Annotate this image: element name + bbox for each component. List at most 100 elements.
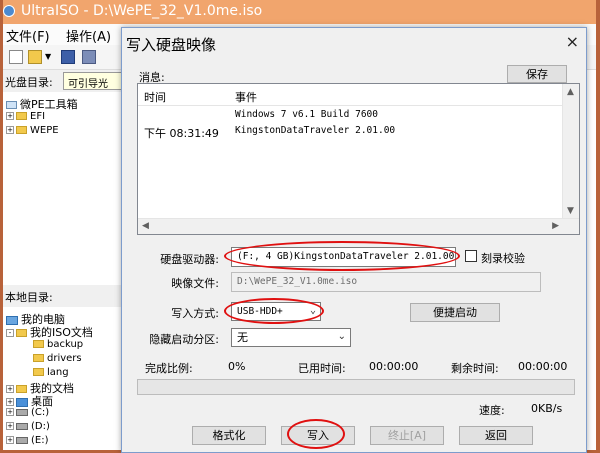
quick-boot-button[interactable]: 便捷启动	[410, 303, 500, 322]
tree-item-label: 我的ISO文档	[30, 326, 93, 339]
write-method-label: 写入方式:	[171, 307, 219, 320]
log-row-time: 下午 08:31:49	[144, 127, 219, 140]
expand-icon[interactable]: +	[6, 436, 14, 444]
drive-select[interactable]: (F:, 4 GB)KingstonDataTraveler 2.01.00	[231, 247, 456, 267]
folder-icon	[33, 340, 44, 348]
tree-item-drive-d[interactable]: + (D:)	[6, 421, 50, 432]
tree-item-label: (D:)	[31, 421, 50, 432]
drive-icon	[16, 408, 28, 416]
tree-item-label: (E:)	[31, 435, 49, 446]
write-method-value: USB-HDD+	[237, 306, 283, 317]
speed-value: 0KB/s	[531, 402, 563, 415]
chevron-down-icon[interactable]: ⌄	[338, 330, 346, 343]
message-log: 时间 事件 Windows 7 v6.1 Build 7600 下午 08:31…	[137, 83, 580, 235]
collapse-icon[interactable]: -	[6, 329, 14, 337]
ultraiso-app-icon	[3, 5, 15, 17]
folder-icon	[33, 368, 44, 376]
hidden-partition-value: 无	[237, 331, 248, 344]
iso-tree: 微PE工具箱 + EFI + WEPE	[3, 92, 123, 285]
log-header-event: 事件	[235, 91, 257, 104]
close-icon[interactable]: ×	[566, 32, 579, 51]
folder-icon	[16, 385, 27, 393]
tree-item-iso-docs[interactable]: - 我的ISO文档	[6, 324, 93, 340]
write-button[interactable]: 写入	[281, 426, 355, 445]
scroll-left-icon[interactable]: ◀	[142, 221, 149, 231]
menu-actions[interactable]: 操作(A)	[66, 26, 111, 45]
save-icon[interactable]	[61, 50, 75, 64]
tree-item-backup[interactable]: backup	[33, 339, 83, 350]
tree-item-label: 微PE工具箱	[20, 98, 78, 111]
tree-item-root[interactable]: 微PE工具箱	[6, 96, 78, 112]
folder-icon	[33, 354, 44, 362]
folder-icon	[16, 112, 27, 120]
log-row-event: Windows 7 v6.1 Build 7600	[235, 109, 378, 120]
scroll-down-icon[interactable]: ▼	[567, 206, 574, 216]
tree-item-drivers[interactable]: drivers	[33, 353, 82, 364]
expand-icon[interactable]: +	[6, 398, 14, 406]
back-button[interactable]: 返回	[459, 426, 533, 445]
save-as-icon[interactable]	[82, 50, 96, 64]
completed-value: 0%	[228, 360, 246, 373]
chevron-down-icon[interactable]: ▼	[45, 52, 51, 61]
tree-item-label: backup	[47, 339, 84, 350]
remaining-value: 00:00:00	[518, 360, 568, 373]
new-icon[interactable]	[9, 50, 23, 64]
desktop-icon	[16, 397, 28, 407]
write-method-select[interactable]: USB-HDD+ ⌄	[231, 302, 321, 321]
elapsed-label: 已用时间:	[298, 362, 346, 375]
expand-icon[interactable]: +	[6, 408, 14, 416]
local-directory-label: 本地目录:	[5, 291, 53, 304]
folder-icon	[16, 126, 27, 134]
verify-checkbox[interactable]	[465, 250, 477, 262]
log-vertical-scrollbar[interactable]: ▲ ▼	[562, 84, 579, 219]
window-frame-right	[596, 0, 600, 453]
elapsed-value: 00:00:00	[369, 360, 419, 373]
image-file-field[interactable]: D:\WePE_32_V1.0me.iso	[231, 272, 541, 292]
scroll-right-icon[interactable]: ▶	[552, 221, 559, 231]
dialog-title: 写入硬盘映像	[126, 36, 217, 54]
expand-icon[interactable]: +	[6, 385, 14, 393]
tree-item-label: drivers	[47, 353, 82, 364]
iso-directory-label: 光盘目录:	[5, 76, 53, 89]
scroll-up-icon[interactable]: ▲	[567, 87, 574, 97]
drive-icon	[16, 436, 28, 444]
chevron-down-icon[interactable]: ⌄	[310, 304, 316, 317]
app-title: UltraISO - D:\WePE_32_V1.0me.iso	[21, 3, 263, 19]
log-header-divider	[138, 105, 562, 106]
hidden-partition-label: 隐藏启动分区:	[149, 333, 219, 346]
tree-item-drive-e[interactable]: + (E:)	[6, 435, 49, 446]
log-horizontal-scrollbar[interactable]: ◀ ▶	[138, 218, 579, 234]
disc-icon	[6, 101, 17, 109]
tree-item-label: lang	[47, 367, 69, 378]
verify-label: 刻录校验	[481, 252, 525, 265]
folder-icon	[16, 329, 27, 337]
open-icon[interactable]	[28, 50, 42, 64]
expand-icon[interactable]: +	[6, 112, 14, 120]
write-disk-image-dialog: 写入硬盘映像 × 消息: 保存 时间 事件 Windows 7 v6.1 Bui…	[121, 27, 587, 453]
tree-item-label: (C:)	[31, 407, 50, 418]
hidden-partition-select[interactable]: 无 ⌄	[231, 328, 351, 347]
tree-item-wepe[interactable]: + WEPE	[6, 125, 59, 136]
iso-boot-field[interactable]: 可引导光	[63, 72, 123, 90]
tree-item-lang[interactable]: lang	[33, 367, 69, 378]
log-row-event: KingstonDataTraveler 2.01.00	[235, 125, 396, 136]
expand-icon[interactable]: +	[6, 126, 14, 134]
image-file-label: 映像文件:	[171, 277, 219, 290]
stop-button[interactable]: 终止[A]	[370, 426, 444, 445]
format-button[interactable]: 格式化	[192, 426, 266, 445]
drive-icon	[16, 422, 28, 430]
tree-item-label: EFI	[30, 111, 46, 122]
app-title-bar: UltraISO - D:\WePE_32_V1.0me.iso	[3, 0, 596, 24]
tree-item-drive-c[interactable]: + (C:)	[6, 407, 49, 418]
expand-icon[interactable]: +	[6, 422, 14, 430]
tree-item-label: WEPE	[30, 125, 59, 136]
menu-file[interactable]: 文件(F)	[6, 26, 50, 45]
remaining-label: 剩余时间:	[451, 362, 499, 375]
tree-item-efi[interactable]: + EFI	[6, 111, 45, 122]
log-header-time: 时间	[144, 91, 166, 104]
save-button[interactable]: 保存	[507, 65, 567, 83]
iso-directory-bar: 光盘目录: 可引导光	[3, 70, 123, 92]
completed-label: 完成比例:	[145, 362, 193, 375]
speed-label: 速度:	[479, 404, 505, 417]
progress-bar	[137, 379, 575, 395]
